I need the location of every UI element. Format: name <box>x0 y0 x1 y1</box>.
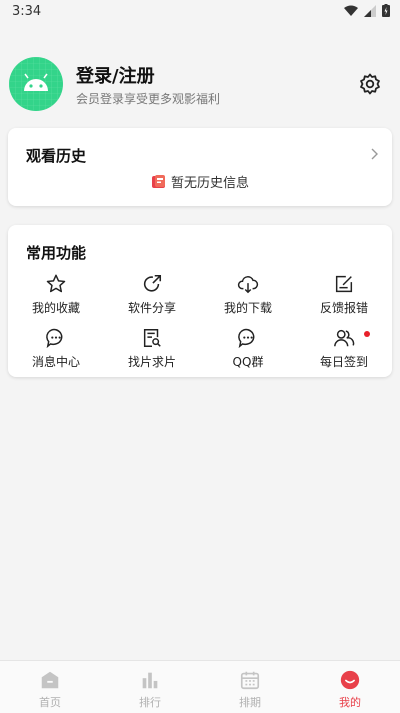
history-card[interactable]: 观看历史 暂无历史信息 <box>8 128 392 206</box>
func-request[interactable]: 找片求片 <box>104 327 200 373</box>
star-icon <box>46 274 66 293</box>
chat-icon <box>238 328 255 349</box>
tab-label: 首页 <box>39 696 61 709</box>
func-downloads[interactable]: 我的下载 <box>200 273 296 319</box>
tab-schedule[interactable]: 排期 <box>200 661 300 713</box>
func-share[interactable]: 软件分享 <box>104 273 200 319</box>
functions-card: 常用功能 我的收藏 软件分享 我的下载 反馈报错 消息中心 找片求片 QQ群 每… <box>8 225 392 377</box>
cloud-download-icon <box>237 276 259 294</box>
tab-label: 我的 <box>339 696 361 709</box>
func-label: 我的收藏 <box>31 301 80 315</box>
feedback-icon <box>335 275 353 293</box>
func-favorites[interactable]: 我的收藏 <box>8 273 104 319</box>
avatar[interactable] <box>9 57 63 111</box>
settings-gear-icon[interactable] <box>358 72 382 96</box>
history-empty-text: 暂无历史信息 <box>170 176 249 191</box>
message-icon <box>46 328 63 349</box>
bottom-tab-bar: 首页 排行 排期 我的 <box>0 660 400 713</box>
tab-ranking[interactable]: 排行 <box>100 661 200 713</box>
func-messages[interactable]: 消息中心 <box>8 327 104 373</box>
login-register-title[interactable]: 登录/注册 <box>76 62 155 88</box>
func-label: 消息中心 <box>31 355 80 369</box>
chevron-right-icon[interactable] <box>370 148 378 160</box>
status-time: 3:34 <box>12 4 42 19</box>
tab-label: 排行 <box>139 696 161 709</box>
func-label: 我的下载 <box>223 301 272 315</box>
bar-chart-icon <box>142 672 158 689</box>
tab-label: 排期 <box>239 696 261 709</box>
functions-grid: 我的收藏 软件分享 我的下载 反馈报错 消息中心 找片求片 QQ群 每日签到 <box>8 273 392 373</box>
profile-header[interactable]: 登录/注册 会员登录享受更多观影福利 <box>0 54 400 114</box>
smile-icon <box>340 670 360 690</box>
history-book-icon <box>151 174 165 188</box>
history-empty: 暂无历史信息 <box>8 172 392 191</box>
notification-dot <box>364 331 370 337</box>
search-file-icon <box>143 329 161 347</box>
tab-home[interactable]: 首页 <box>0 661 100 713</box>
signal-icon <box>364 4 376 17</box>
battery-icon <box>382 4 390 17</box>
func-checkin[interactable]: 每日签到 <box>296 327 392 373</box>
users-icon <box>334 329 355 347</box>
func-label: 软件分享 <box>127 301 176 315</box>
func-label: QQ群 <box>232 355 264 369</box>
functions-title: 常用功能 <box>26 244 87 262</box>
home-icon <box>41 671 59 689</box>
func-label: 每日签到 <box>319 355 368 369</box>
wifi-icon <box>344 5 358 16</box>
history-title: 观看历史 <box>26 147 87 165</box>
func-label: 找片求片 <box>127 355 176 369</box>
func-feedback[interactable]: 反馈报错 <box>296 273 392 319</box>
status-icons <box>344 4 390 17</box>
android-icon <box>9 57 63 111</box>
share-icon <box>143 274 162 292</box>
calendar-icon <box>240 671 260 690</box>
func-label: 反馈报错 <box>319 301 368 315</box>
func-qq-group[interactable]: QQ群 <box>200 327 296 373</box>
tab-mine[interactable]: 我的 <box>300 661 400 713</box>
login-subtitle: 会员登录享受更多观影福利 <box>76 92 221 106</box>
status-bar: 3:34 <box>0 0 400 24</box>
